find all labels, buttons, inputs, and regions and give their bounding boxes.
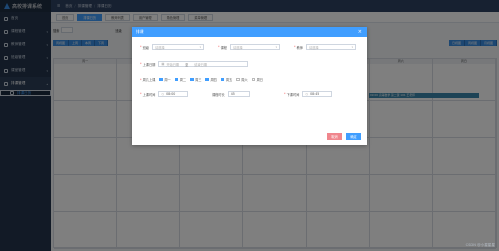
course-row: * 课程 请选择 ▾ xyxy=(218,44,280,50)
date-start[interactable]: 开始日期 xyxy=(166,62,179,67)
date-separator: 至 xyxy=(185,62,189,67)
close-icon[interactable]: × xyxy=(358,29,362,35)
teacher-select[interactable]: 请选择 ▾ xyxy=(305,44,356,50)
schedule-dialog: 排课 × * 班级 请选择 ▾ * 课程 请选择 ▾ * 教师 请选择 ▾ * … xyxy=(132,27,367,145)
clock-icon: ◷ xyxy=(161,92,165,96)
class-row: * 班级 请选择 ▾ xyxy=(140,44,204,50)
dialog-title: 排课 xyxy=(136,29,144,34)
weekday-checkbox-sat[interactable]: 周六 xyxy=(236,77,248,82)
duration-input[interactable]: 45 xyxy=(227,91,250,97)
clock-icon: ◷ xyxy=(305,92,309,96)
weekday-checkbox-wed[interactable]: 周三 xyxy=(190,77,201,82)
date-label: 上课日期 xyxy=(142,62,156,67)
weekday-checkbox-sun[interactable]: 周日 xyxy=(251,77,263,82)
required-mark: * xyxy=(140,77,142,82)
checkbox-checked-icon xyxy=(174,77,179,82)
class-select[interactable]: 请选择 ▾ xyxy=(151,44,204,50)
cancel-button[interactable]: 取消 xyxy=(327,133,342,140)
end-time-input[interactable]: ◷ 08:45 xyxy=(302,91,333,97)
weekday-checkbox-fri[interactable]: 周五 xyxy=(220,77,232,82)
teacher-label: 教师 xyxy=(296,45,303,50)
checkbox-checked-icon xyxy=(205,77,209,82)
checkbox-checked-icon xyxy=(190,77,194,82)
weekday-checkbox-mon[interactable]: 周一 xyxy=(159,77,171,82)
duration-label: 课程时长 xyxy=(212,92,225,97)
end-time-row: * 下课时间 ◷ 08:45 xyxy=(284,91,333,97)
calendar-icon: ▦ xyxy=(161,62,165,66)
date-end[interactable]: 结束日期 xyxy=(194,62,207,67)
start-time-row: * 上课时间 ◷ 08:00 xyxy=(140,91,189,97)
required-mark: * xyxy=(140,45,142,49)
course-select[interactable]: 请选择 ▾ xyxy=(229,44,280,50)
required-mark: * xyxy=(140,92,142,96)
course-label: 课程 xyxy=(220,45,227,50)
required-mark: * xyxy=(140,62,142,66)
chevron-down-icon: ▾ xyxy=(199,45,201,49)
weekday-checkbox-thu[interactable]: 周四 xyxy=(205,77,217,82)
checkbox-icon xyxy=(251,77,256,82)
weekday-label: 周几上课 xyxy=(142,78,156,82)
duration-row: 课程时长 45 xyxy=(212,91,250,97)
confirm-button[interactable]: 确定 xyxy=(346,133,361,140)
checkbox-checked-icon xyxy=(159,77,163,82)
required-mark: * xyxy=(294,45,296,49)
date-row: * 上课日期 ▦ 开始日期 至 结束日期 xyxy=(140,61,249,67)
checkbox-checked-icon xyxy=(220,77,225,82)
class-label: 班级 xyxy=(142,45,149,50)
chevron-down-icon: ▾ xyxy=(351,45,353,49)
required-mark: * xyxy=(284,92,286,96)
teacher-row: * 教师 请选择 ▾ xyxy=(294,44,356,50)
date-range-picker[interactable]: ▦ 开始日期 至 结束日期 xyxy=(158,61,249,67)
chevron-down-icon: ▾ xyxy=(275,45,277,49)
start-time-label: 上课时间 xyxy=(142,92,156,97)
dialog-header: 排课 × xyxy=(132,27,367,37)
end-time-label: 下课时间 xyxy=(286,92,300,97)
weekday-row: * 周几上课 周一 周二 周三 周四 周五 周六 周日 xyxy=(140,77,267,83)
start-time-input[interactable]: ◷ 08:00 xyxy=(158,91,189,97)
checkbox-icon xyxy=(236,77,240,82)
weekday-checkbox-tue[interactable]: 周二 xyxy=(174,77,186,82)
watermark: CSDN @小星星星 xyxy=(465,243,495,247)
required-mark: * xyxy=(218,45,220,49)
